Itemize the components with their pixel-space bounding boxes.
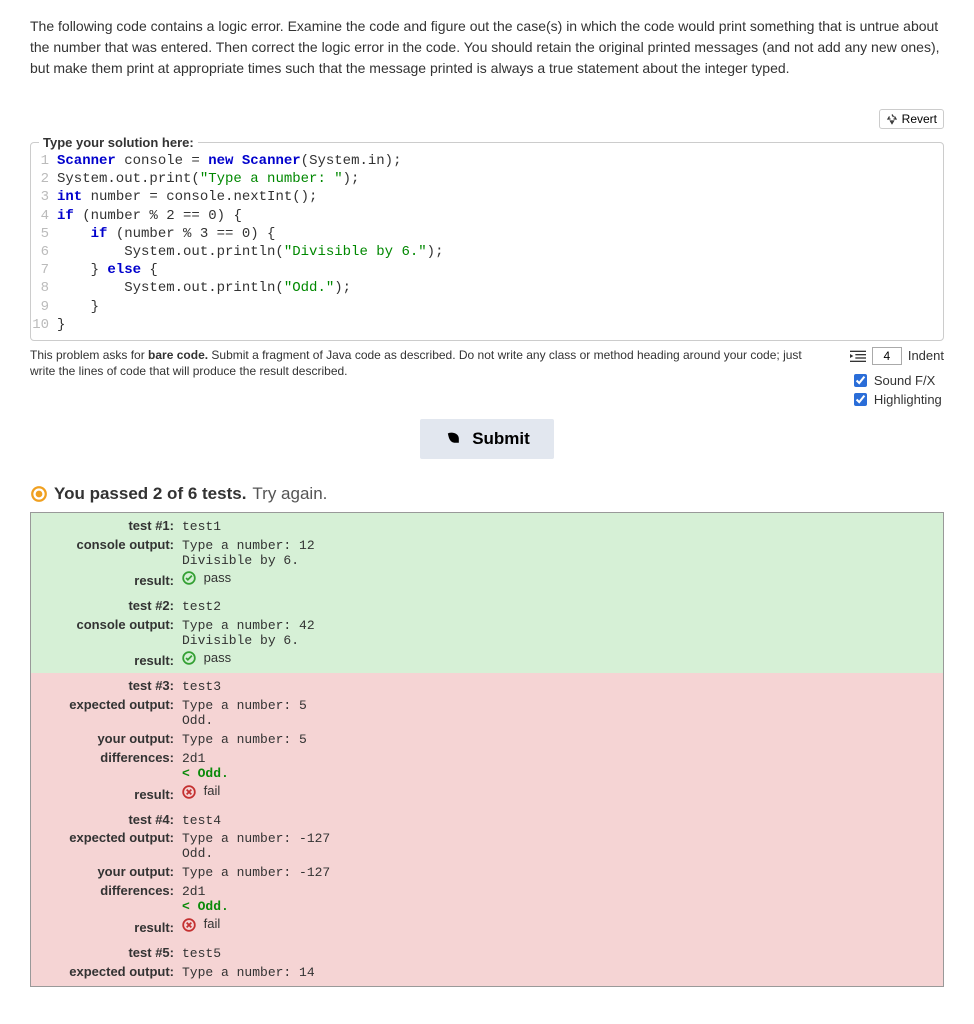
line-number: 2 bbox=[31, 170, 57, 188]
line-number: 1 bbox=[31, 152, 57, 170]
row-label: test #1: bbox=[37, 518, 182, 533]
code-line[interactable]: int number = console.nextInt(); bbox=[57, 188, 317, 206]
row-value: Type a number: 5 bbox=[182, 733, 307, 748]
row-label: test #5: bbox=[37, 945, 182, 960]
indent-input[interactable] bbox=[872, 347, 902, 365]
code-editor[interactable]: 1Scanner console = new Scanner(System.in… bbox=[31, 150, 943, 340]
line-number: 7 bbox=[31, 261, 57, 279]
row-label: console output: bbox=[37, 617, 182, 632]
sound-fx-label: Sound F/X bbox=[874, 373, 935, 388]
line-number: 4 bbox=[31, 207, 57, 225]
row-label: expected output: bbox=[37, 697, 182, 712]
code-line[interactable]: if (number % 3 == 0) { bbox=[57, 225, 275, 243]
bare-code-hint: This problem asks for bare code. Submit … bbox=[30, 347, 830, 379]
passed-count: You passed 2 of 6 tests. bbox=[54, 484, 246, 504]
code-line[interactable]: } else { bbox=[57, 261, 158, 279]
line-number: 10 bbox=[31, 316, 57, 334]
row-label: differences: bbox=[37, 750, 182, 765]
line-number: 3 bbox=[31, 188, 57, 206]
row-label: result: bbox=[37, 653, 182, 668]
result-value: pass bbox=[182, 571, 231, 586]
test-block: test #2:test2console output:Type a numbe… bbox=[31, 593, 943, 673]
rocket-icon bbox=[444, 430, 462, 448]
result-value: fail bbox=[182, 917, 220, 932]
row-value: test4 bbox=[182, 814, 221, 829]
test-status: You passed 2 of 6 tests. Try again. bbox=[30, 484, 944, 504]
row-value: Type a number: 12 Divisible by 6. bbox=[182, 539, 315, 569]
revert-label: Revert bbox=[902, 112, 937, 126]
row-value: test1 bbox=[182, 520, 221, 535]
problem-description: The following code contains a logic erro… bbox=[30, 16, 944, 79]
row-value: 2d1 < Odd. bbox=[182, 885, 229, 915]
pass-icon bbox=[182, 651, 196, 665]
row-label: your output: bbox=[37, 731, 182, 746]
row-label: your output: bbox=[37, 864, 182, 879]
row-value: 2d1 < Odd. bbox=[182, 752, 229, 782]
code-line[interactable]: if (number % 2 == 0) { bbox=[57, 207, 242, 225]
fail-icon bbox=[182, 918, 196, 932]
code-line[interactable]: } bbox=[57, 316, 65, 334]
row-label: result: bbox=[37, 920, 182, 935]
recycle-icon bbox=[886, 113, 898, 125]
row-label: expected output: bbox=[37, 830, 182, 845]
pass-icon bbox=[182, 571, 196, 585]
sound-fx-row[interactable]: Sound F/X bbox=[850, 371, 944, 390]
row-value: test3 bbox=[182, 680, 221, 695]
test-block: test #5:test5expected output:Type a numb… bbox=[31, 940, 943, 986]
indent-icon bbox=[850, 349, 866, 363]
revert-button[interactable]: Revert bbox=[879, 109, 944, 129]
test-block: test #1:test1console output:Type a numbe… bbox=[31, 513, 943, 593]
line-number: 9 bbox=[31, 298, 57, 316]
row-label: result: bbox=[37, 573, 182, 588]
row-value: Type a number: -127 Odd. bbox=[182, 832, 330, 862]
editor-legend: Type your solution here: bbox=[39, 135, 198, 150]
result-value: fail bbox=[182, 784, 220, 799]
code-line[interactable]: System.out.println("Divisible by 6."); bbox=[57, 243, 443, 261]
row-label: console output: bbox=[37, 537, 182, 552]
code-editor-fieldset: Type your solution here: 1Scanner consol… bbox=[30, 135, 944, 341]
fail-icon bbox=[182, 785, 196, 799]
indent-label: Indent bbox=[908, 348, 944, 363]
row-label: expected output: bbox=[37, 964, 182, 979]
try-again: Try again. bbox=[252, 484, 327, 504]
row-label: differences: bbox=[37, 883, 182, 898]
test-results-table: test #1:test1console output:Type a numbe… bbox=[30, 512, 944, 987]
row-value: Type a number: 42 Divisible by 6. bbox=[182, 619, 315, 649]
line-number: 8 bbox=[31, 279, 57, 297]
line-number: 5 bbox=[31, 225, 57, 243]
code-line[interactable]: System.out.print("Type a number: "); bbox=[57, 170, 359, 188]
highlighting-label: Highlighting bbox=[874, 392, 942, 407]
row-value: Type a number: -127 bbox=[182, 866, 330, 881]
row-label: test #2: bbox=[37, 598, 182, 613]
row-value: Type a number: 14 bbox=[182, 966, 315, 981]
row-value: Type a number: 5 Odd. bbox=[182, 699, 307, 729]
row-label: result: bbox=[37, 787, 182, 802]
row-value: test2 bbox=[182, 600, 221, 615]
row-value: test5 bbox=[182, 947, 221, 962]
code-line[interactable]: System.out.println("Odd."); bbox=[57, 279, 351, 297]
row-label: test #4: bbox=[37, 812, 182, 827]
submit-button[interactable]: Submit bbox=[420, 419, 554, 459]
highlighting-row[interactable]: Highlighting bbox=[850, 390, 944, 409]
code-line[interactable]: Scanner console = new Scanner(System.in)… bbox=[57, 152, 402, 170]
test-block: test #3:test3expected output:Type a numb… bbox=[31, 673, 943, 806]
line-number: 6 bbox=[31, 243, 57, 261]
test-block: test #4:test4expected output:Type a numb… bbox=[31, 807, 943, 940]
sound-fx-checkbox[interactable] bbox=[854, 374, 867, 387]
code-line[interactable]: } bbox=[57, 298, 99, 316]
submit-label: Submit bbox=[472, 429, 530, 449]
target-icon bbox=[30, 485, 48, 503]
row-label: test #3: bbox=[37, 678, 182, 693]
result-value: pass bbox=[182, 651, 231, 666]
highlighting-checkbox[interactable] bbox=[854, 393, 867, 406]
